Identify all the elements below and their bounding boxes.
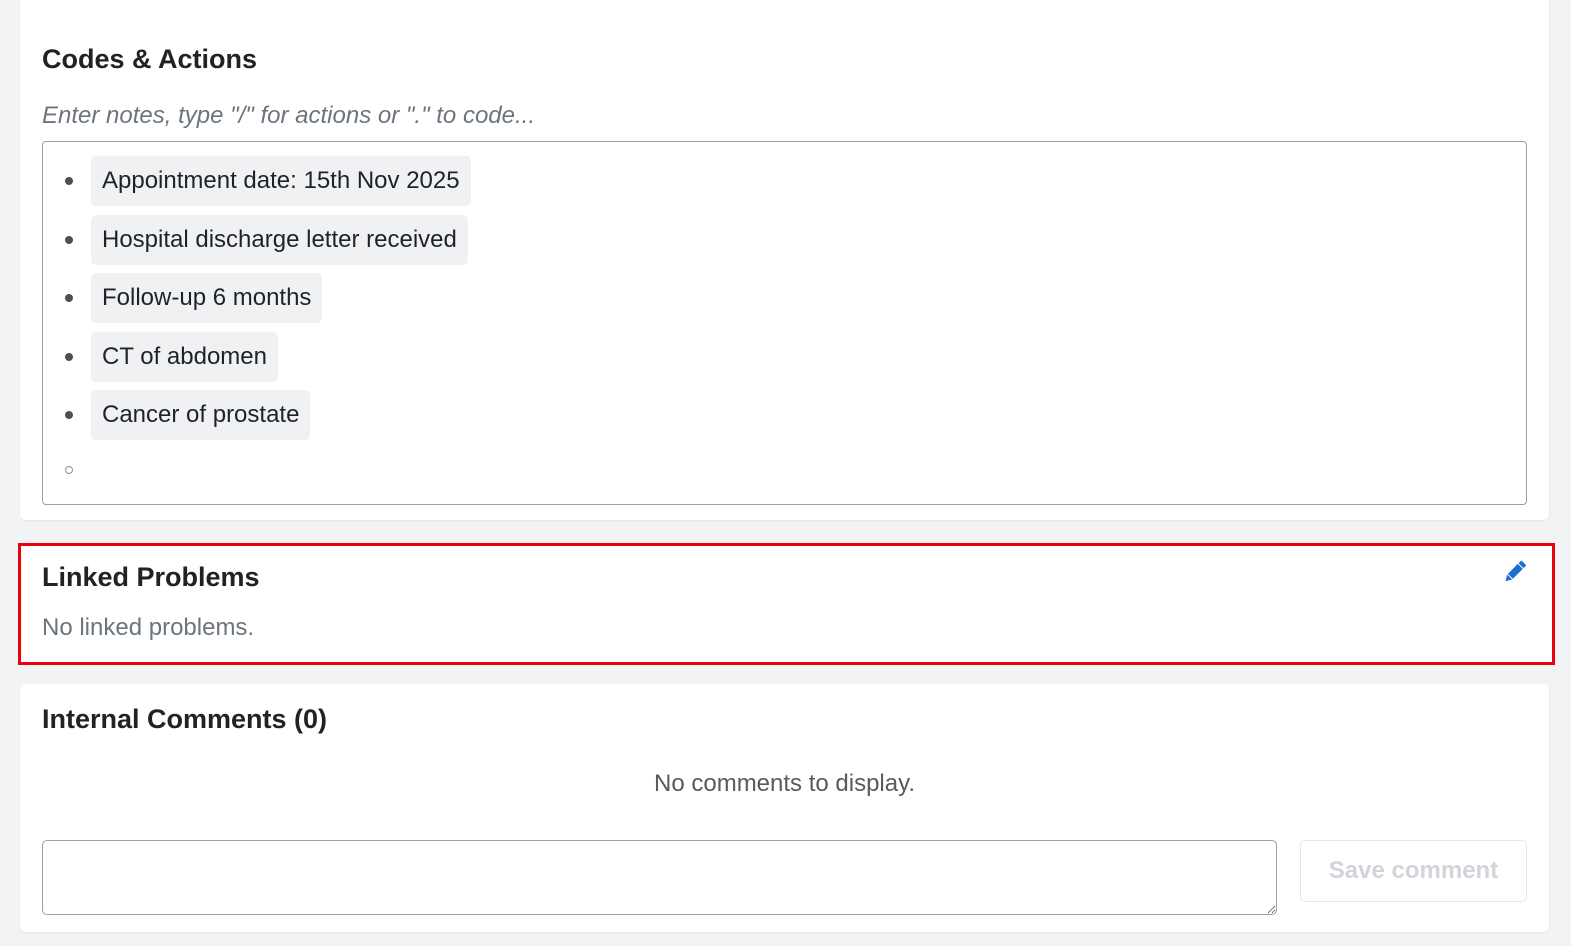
linked-problems-card: Linked Problems No linked problems. [20, 544, 1554, 663]
internal-comments-title: Internal Comments (0) [42, 704, 328, 734]
codes-actions-editor[interactable]: Appointment date: 15th Nov 2025 Hospital… [42, 141, 1527, 505]
bullet-icon [65, 411, 73, 419]
bullet-icon [65, 177, 73, 185]
bullet-icon [65, 236, 73, 244]
code-chip[interactable]: Appointment date: 15th Nov 2025 [91, 156, 471, 206]
comment-input[interactable] [42, 840, 1277, 915]
internal-comments-card: Internal Comments (0) No comments to dis… [20, 684, 1549, 932]
codes-actions-card: Codes & Actions Enter notes, type "/" fo… [20, 0, 1549, 520]
code-chip[interactable]: Hospital discharge letter received [91, 215, 468, 265]
empty-bullet-icon [65, 466, 73, 474]
code-chip[interactable]: CT of abdomen [91, 332, 278, 382]
codes-actions-hint: Enter notes, type "/" for actions or "."… [42, 102, 535, 129]
edit-linked-problems-button[interactable] [1500, 556, 1530, 586]
no-comments-text: No comments to display. [654, 770, 915, 797]
bullet-icon [65, 294, 73, 302]
code-chip[interactable]: Follow-up 6 months [91, 273, 323, 323]
codes-actions-title: Codes & Actions [42, 44, 258, 74]
pencil-icon [1505, 560, 1526, 582]
save-comment-button[interactable]: Save comment [1300, 840, 1527, 902]
code-chip[interactable]: Cancer of prostate [91, 390, 311, 440]
bullet-icon [65, 353, 73, 361]
linked-problems-empty-text: No linked problems. [42, 614, 255, 641]
linked-problems-title: Linked Problems [42, 562, 260, 592]
